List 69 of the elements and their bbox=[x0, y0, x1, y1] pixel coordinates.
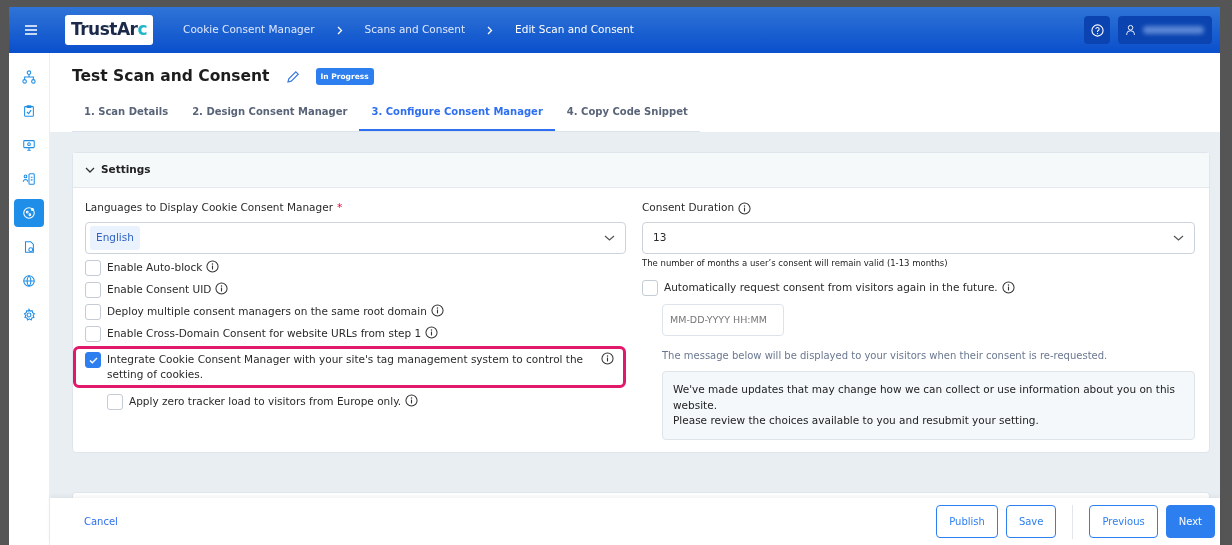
cancel-link[interactable]: Cancel bbox=[84, 514, 118, 529]
tab[interactable]: 3. Configure Consent Manager bbox=[359, 96, 555, 132]
user-list-icon bbox=[22, 172, 36, 186]
required-asterisk: * bbox=[337, 200, 343, 216]
field-label: Consent Duration bbox=[642, 200, 735, 216]
checkbox-label: Integrate Cookie Consent Manager with your site's tag management system to control the setting of cookies. bbox=[107, 352, 585, 383]
checkbox[interactable] bbox=[107, 394, 123, 411]
document-icon bbox=[22, 240, 36, 254]
cookie-icon bbox=[22, 206, 36, 220]
monitor-icon bbox=[22, 138, 36, 152]
checkbox-label: Enable Consent UID bbox=[107, 282, 212, 297]
info-icon[interactable] bbox=[1001, 281, 1015, 295]
info-icon[interactable] bbox=[215, 282, 229, 295]
footer-button[interactable]: Previous bbox=[1089, 505, 1158, 538]
checkmark-icon bbox=[88, 356, 98, 364]
date-field[interactable]: MM-DD-YYYY HH:MM bbox=[662, 303, 784, 336]
checkbox-label: Enable Cross-Domain Consent for website URLs from step 1 bbox=[107, 326, 422, 341]
sidebar-item[interactable] bbox=[14, 199, 44, 227]
globe-icon bbox=[22, 274, 36, 288]
footer-button[interactable]: Save bbox=[1005, 505, 1057, 538]
logo[interactable]: TrustArc bbox=[65, 15, 154, 45]
page-title: Test Scan and Consent bbox=[72, 66, 270, 87]
checkbox[interactable] bbox=[85, 326, 101, 342]
tab[interactable]: 1. Scan Details bbox=[72, 96, 181, 132]
checkbox-label: Deploy multiple consent managers on the same root domain bbox=[107, 304, 427, 319]
checkbox[interactable] bbox=[642, 279, 658, 296]
field-label: Languages to Display Cookie Consent Manager bbox=[85, 200, 333, 216]
tab[interactable]: 4. Copy Code Snippet bbox=[554, 96, 700, 132]
checkbox[interactable] bbox=[85, 304, 101, 320]
info-icon[interactable] bbox=[425, 326, 439, 339]
checkbox[interactable] bbox=[85, 352, 101, 368]
clipboard-check-icon bbox=[22, 104, 36, 118]
user-icon bbox=[1126, 23, 1136, 37]
chevron-right-icon bbox=[336, 25, 343, 35]
note-text: The message below will be displayed to your visitors when their consent is re-requested. bbox=[662, 348, 1109, 363]
tab[interactable]: 2. Design Consent Manager bbox=[180, 96, 360, 132]
info-icon[interactable] bbox=[738, 201, 752, 215]
breadcrumb-link[interactable]: Scans and Consent bbox=[364, 22, 466, 38]
chevron-right-icon bbox=[487, 25, 494, 35]
message-text: Please review the choices available to you and resubmit your setting. bbox=[673, 413, 1040, 429]
redacted-user-name bbox=[1143, 26, 1204, 34]
help-text: The number of months a user’s consent will remain valid (1-13 months) bbox=[642, 257, 949, 270]
footer-button[interactable]: Next bbox=[1165, 505, 1215, 538]
checkbox[interactable] bbox=[85, 282, 101, 298]
checkbox-label: Apply zero tracker load to visitors from Europe only. bbox=[129, 394, 402, 410]
help-button[interactable] bbox=[1084, 16, 1110, 44]
message-text: We've made updates that may change how we can collect or use information about you on this website. bbox=[673, 381, 1176, 413]
checkbox[interactable] bbox=[85, 260, 101, 276]
chevron-down-icon[interactable] bbox=[604, 235, 615, 241]
section-title[interactable]: Settings bbox=[101, 162, 151, 179]
checkbox-label: Enable Auto-block bbox=[107, 260, 203, 275]
info-icon[interactable] bbox=[601, 352, 614, 365]
user-menu-button[interactable] bbox=[1118, 16, 1212, 44]
info-icon[interactable] bbox=[206, 260, 220, 273]
network-icon bbox=[22, 70, 36, 84]
language-select[interactable]: English bbox=[85, 222, 626, 254]
chevron-down-icon[interactable] bbox=[85, 167, 95, 174]
language-chip[interactable]: English bbox=[90, 226, 140, 250]
menu-icon[interactable] bbox=[25, 25, 37, 35]
info-icon[interactable] bbox=[430, 304, 444, 317]
settings-icon bbox=[22, 308, 36, 322]
help-icon bbox=[1090, 23, 1104, 37]
info-icon[interactable] bbox=[405, 394, 419, 408]
breadcrumb-link[interactable]: Cookie Consent Manager bbox=[183, 22, 315, 38]
checkbox-label: Automatically request consent from visitors again in the future. bbox=[664, 279, 998, 295]
duration-select[interactable]: 13 bbox=[642, 222, 1195, 254]
chevron-down-icon[interactable] bbox=[1173, 235, 1184, 241]
footer-button[interactable]: Publish bbox=[936, 505, 998, 538]
pencil-icon[interactable] bbox=[285, 69, 300, 84]
